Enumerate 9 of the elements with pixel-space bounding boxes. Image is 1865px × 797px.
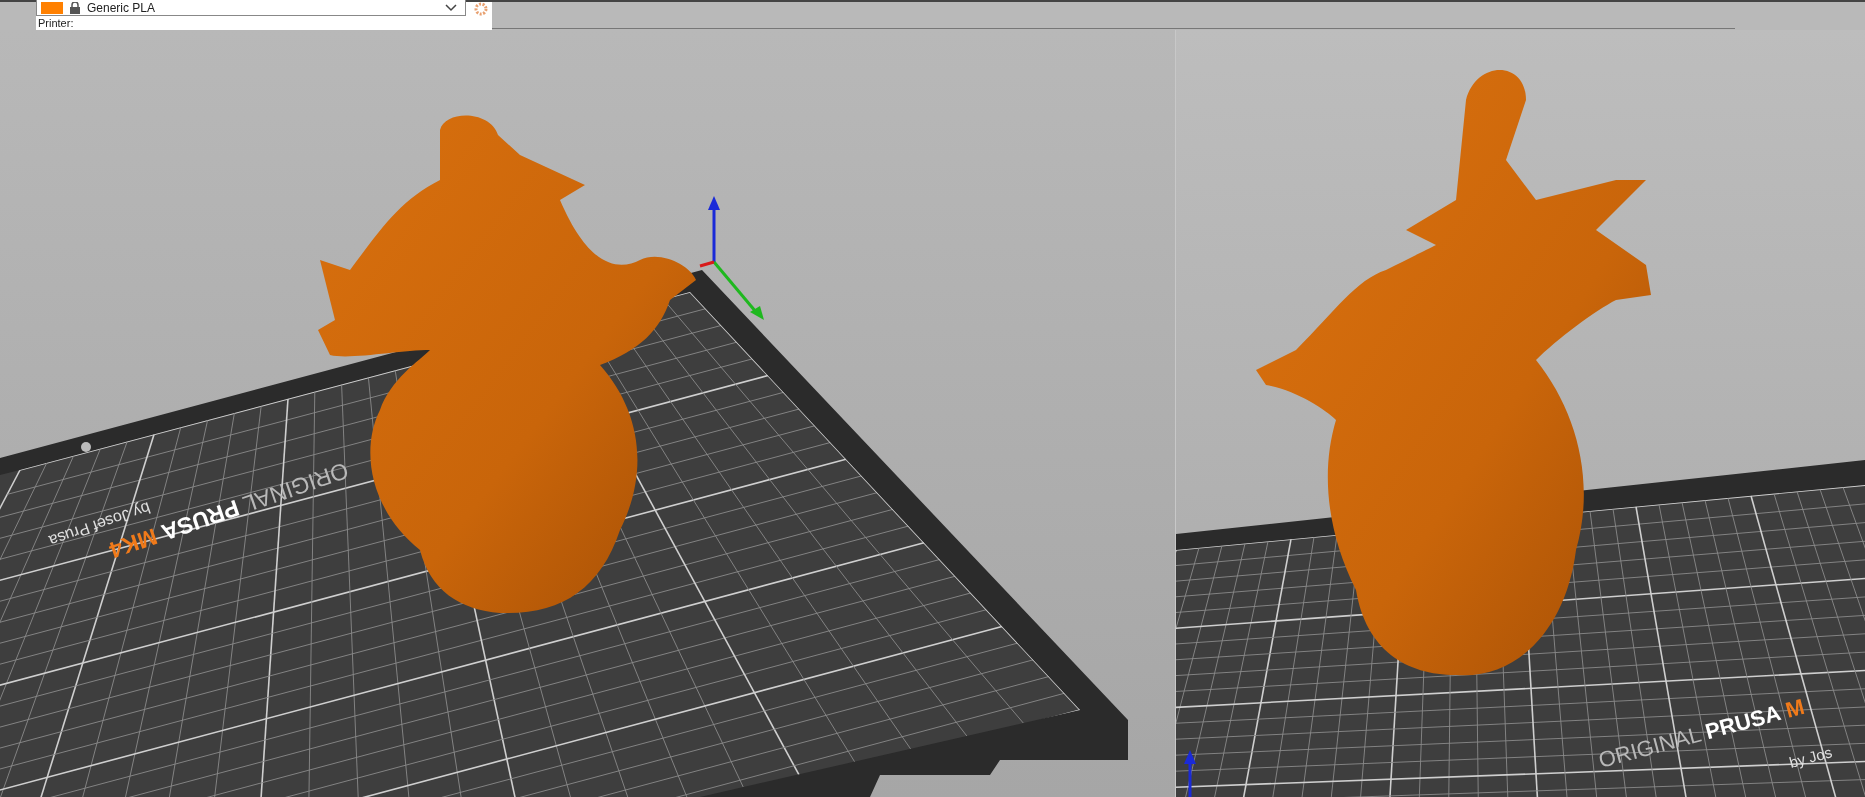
printer-label: Printer: xyxy=(38,17,74,29)
filament-name: Generic PLA xyxy=(87,0,157,15)
color-swatch xyxy=(41,1,63,14)
chevron-icon xyxy=(445,3,457,12)
lock-icon xyxy=(69,1,81,14)
filament-dropdown[interactable]: Generic PLA xyxy=(36,0,466,16)
axis-drawing xyxy=(1184,750,1196,797)
bed-byline-text: by Jos xyxy=(1787,743,1834,771)
settings-icon[interactable] xyxy=(474,2,488,16)
